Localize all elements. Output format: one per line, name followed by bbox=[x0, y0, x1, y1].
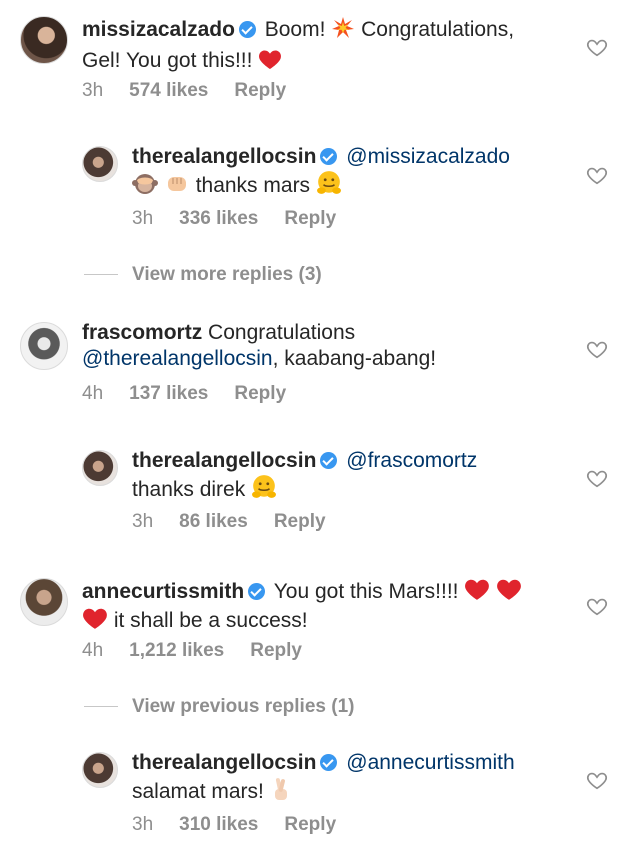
like-heart-icon[interactable] bbox=[586, 467, 608, 489]
comment-body-3: Gel! You got this!!! bbox=[82, 49, 253, 72]
comment-time: 4h bbox=[82, 640, 104, 661]
view-more-label: View more replies (3) bbox=[132, 264, 322, 285]
like-heart-icon[interactable] bbox=[586, 164, 608, 186]
reply-button[interactable]: Reply bbox=[234, 383, 286, 404]
likes-count[interactable]: 1,212 likes bbox=[129, 640, 224, 661]
reply-username[interactable]: therealangellocsin bbox=[132, 449, 316, 472]
divider-line bbox=[84, 706, 118, 708]
comment-body-2: Congratulations, bbox=[361, 18, 515, 41]
reply-button[interactable]: Reply bbox=[250, 640, 302, 661]
likes-count[interactable]: 336 likes bbox=[179, 208, 258, 229]
reply-body: thanks direk bbox=[132, 478, 246, 501]
hugging-face-emoji-icon bbox=[316, 170, 342, 196]
mention-link[interactable]: @annecurtissmith bbox=[346, 751, 514, 774]
avatar[interactable] bbox=[82, 450, 118, 486]
comment-text: annecurtissmith You got this Mars!!!! it… bbox=[82, 576, 572, 634]
comment-time: 3h bbox=[82, 80, 104, 101]
red-heart-icon bbox=[82, 605, 108, 631]
comment-meta: 3h 574 likes Reply bbox=[82, 80, 312, 102]
avatar[interactable] bbox=[82, 752, 118, 788]
red-heart-icon bbox=[258, 47, 282, 71]
comment-username[interactable]: annecurtissmith bbox=[82, 580, 244, 603]
crossed-fingers-emoji-icon bbox=[270, 776, 292, 809]
reply-button[interactable]: Reply bbox=[274, 511, 326, 532]
verified-badge-icon bbox=[248, 583, 266, 600]
comment-body-1: Congratulations bbox=[208, 321, 356, 344]
divider-line bbox=[84, 274, 118, 276]
avatar[interactable] bbox=[20, 578, 68, 626]
comment-meta: 4h 137 likes Reply bbox=[82, 383, 312, 405]
reply-body: salamat mars! bbox=[132, 780, 264, 803]
like-heart-icon[interactable] bbox=[586, 36, 608, 58]
likes-count[interactable]: 137 likes bbox=[129, 383, 208, 404]
collision-emoji-icon bbox=[331, 16, 355, 47]
comment-username[interactable]: frascomortz bbox=[82, 321, 202, 344]
verified-badge-icon bbox=[320, 148, 338, 165]
reply-button[interactable]: Reply bbox=[284, 208, 336, 229]
comment-body-2: it shall be a success! bbox=[113, 609, 308, 632]
reply-text: therealangellocsin @annecurtissmith sala… bbox=[132, 750, 572, 809]
comment-body-1: Boom! bbox=[264, 18, 326, 41]
mention-link[interactable]: @frascomortz bbox=[346, 449, 477, 472]
likes-count[interactable]: 310 likes bbox=[179, 814, 258, 835]
reply-time: 3h bbox=[132, 814, 154, 835]
like-heart-icon[interactable] bbox=[586, 769, 608, 791]
see-no-evil-monkey-emoji-icon bbox=[132, 172, 158, 203]
comment-body-1: You got this Mars!!!! bbox=[273, 580, 459, 603]
avatar[interactable] bbox=[20, 322, 68, 370]
reply-meta: 3h 310 likes Reply bbox=[132, 814, 362, 836]
likes-count[interactable]: 574 likes bbox=[129, 80, 208, 101]
reply-meta: 3h 86 likes Reply bbox=[132, 511, 352, 533]
reply-text: therealangellocsin @frascomortz thanks d… bbox=[132, 448, 572, 503]
reply-text: therealangellocsin @missizacalzado thank… bbox=[132, 144, 572, 203]
comment-text: frascomortz Congratulations @therealange… bbox=[82, 320, 572, 372]
reply-button[interactable]: Reply bbox=[234, 80, 286, 101]
reply-username[interactable]: therealangellocsin bbox=[132, 145, 316, 168]
comment-time: 4h bbox=[82, 383, 104, 404]
red-heart-icon bbox=[464, 576, 490, 602]
likes-count[interactable]: 86 likes bbox=[179, 511, 248, 532]
fist-emoji-icon bbox=[164, 172, 190, 203]
avatar[interactable] bbox=[82, 146, 118, 182]
reply-body: thanks mars bbox=[195, 174, 311, 197]
reply-time: 3h bbox=[132, 511, 154, 532]
reply-time: 3h bbox=[132, 208, 154, 229]
verified-badge-icon bbox=[320, 452, 338, 469]
verified-badge-icon bbox=[238, 21, 256, 38]
like-heart-icon[interactable] bbox=[586, 338, 608, 360]
view-previous-label: View previous replies (1) bbox=[132, 696, 355, 717]
reply-meta: 3h 336 likes Reply bbox=[132, 208, 362, 230]
comment-text: missizacalzado Boom! Congratulations, Ge… bbox=[82, 16, 572, 74]
comment-username[interactable]: missizacalzado bbox=[82, 18, 235, 41]
like-heart-icon[interactable] bbox=[586, 595, 608, 617]
mention-link[interactable]: @therealangellocsin bbox=[82, 347, 273, 370]
avatar[interactable] bbox=[20, 16, 68, 64]
red-heart-icon bbox=[496, 576, 522, 602]
reply-button[interactable]: Reply bbox=[284, 814, 336, 835]
comment-meta: 4h 1,212 likes Reply bbox=[82, 640, 328, 662]
hugging-face-emoji-icon bbox=[251, 474, 277, 500]
reply-username[interactable]: therealangellocsin bbox=[132, 751, 316, 774]
mention-link[interactable]: @missizacalzado bbox=[346, 145, 510, 168]
view-more-replies-button[interactable]: View more replies (3) bbox=[84, 264, 322, 286]
verified-badge-icon bbox=[320, 754, 338, 771]
comment-body-2: , kaabang-abang! bbox=[272, 347, 437, 370]
view-previous-replies-button[interactable]: View previous replies (1) bbox=[84, 696, 354, 718]
